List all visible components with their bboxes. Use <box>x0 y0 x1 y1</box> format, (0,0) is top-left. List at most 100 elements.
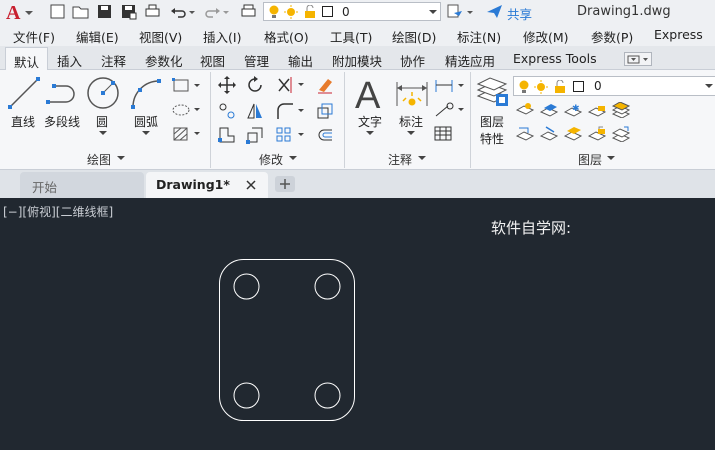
modify-panel-title[interactable]: 修改 <box>259 151 283 168</box>
tab-featured-apps[interactable]: 精选应用 <box>445 51 495 70</box>
layer-dropdown[interactable]: 0 <box>263 2 441 21</box>
layer-unlock-icon[interactable] <box>588 126 606 142</box>
erase-icon[interactable] <box>316 76 334 94</box>
layer-off-icon[interactable] <box>516 102 534 118</box>
array-icon[interactable] <box>276 126 306 144</box>
menu-insert[interactable]: 插入(I) <box>203 27 241 46</box>
match-layer-icon[interactable] <box>540 126 558 142</box>
workspace-icon[interactable] <box>446 3 463 20</box>
file-tab-start[interactable]: 开始 <box>20 172 144 198</box>
save-icon[interactable] <box>96 3 113 20</box>
stretch-icon[interactable] <box>218 126 236 144</box>
circle-icon[interactable] <box>86 76 120 110</box>
menu-view[interactable]: 视图(V) <box>139 27 182 46</box>
tab-insert[interactable]: 插入 <box>57 51 82 70</box>
workspace-dropdown-icon[interactable] <box>466 3 474 20</box>
offset-icon[interactable] <box>316 126 334 144</box>
menu-express[interactable]: Express <box>654 27 703 42</box>
menu-dimension[interactable]: 标注(N) <box>457 27 501 46</box>
line-icon[interactable] <box>7 76 41 110</box>
redo-dropdown-icon[interactable] <box>222 3 230 20</box>
layer-isolate-icon[interactable] <box>540 102 558 118</box>
menu-modify[interactable]: 修改(M) <box>523 27 569 46</box>
dropdown-arrow-icon[interactable] <box>99 131 107 137</box>
menu-draw[interactable]: 绘图(D) <box>392 27 436 46</box>
arc-button-label[interactable]: 圆弧 <box>134 113 158 130</box>
layer-freeze-icon[interactable]: ✱ <box>564 102 582 118</box>
undo-icon[interactable] <box>170 3 187 20</box>
layer-dropdown[interactable]: 0 <box>513 76 715 96</box>
tab-parametric[interactable]: 参数化 <box>145 51 183 70</box>
hatch-icon[interactable] <box>172 102 202 118</box>
panel-expand-icon[interactable] <box>418 156 426 162</box>
text-icon[interactable]: A <box>352 74 386 112</box>
save-as-icon[interactable] <box>120 3 137 20</box>
dropdown-arrow-icon[interactable] <box>407 131 415 137</box>
menu-format[interactable]: 格式(O) <box>264 27 309 46</box>
share-icon[interactable] <box>486 3 503 20</box>
share-button[interactable]: 共享 <box>507 4 532 23</box>
trim-icon[interactable] <box>276 76 306 94</box>
dropdown-arrow-icon[interactable] <box>366 131 374 137</box>
ribbon-minimize-button[interactable] <box>624 52 652 66</box>
layer-properties-label-line1[interactable]: 图层 <box>480 113 504 130</box>
menu-edit[interactable]: 编辑(E) <box>76 27 119 46</box>
tab-home[interactable]: 默认 <box>5 47 49 71</box>
move-icon[interactable] <box>218 76 236 94</box>
close-icon[interactable] <box>246 180 256 190</box>
application-menu-button[interactable]: A <box>4 2 34 24</box>
layer-unisolate-icon[interactable] <box>564 126 582 142</box>
layers-panel-title[interactable]: 图层 <box>578 151 602 168</box>
boundary-icon[interactable] <box>172 126 202 142</box>
new-tab-button[interactable] <box>275 176 295 192</box>
text-button-label[interactable]: 文字 <box>358 113 382 130</box>
tab-output[interactable]: 输出 <box>288 51 313 70</box>
menu-parametric[interactable]: 参数(P) <box>591 27 633 46</box>
copy-to-layer-icon[interactable] <box>612 126 630 142</box>
dropdown-arrow-icon[interactable] <box>142 131 150 137</box>
tab-express-tools[interactable]: Express Tools <box>513 51 597 66</box>
panel-expand-icon[interactable] <box>289 156 297 162</box>
mirror-icon[interactable] <box>246 102 264 120</box>
tab-collaborate[interactable]: 协作 <box>400 51 425 70</box>
circle-button-label[interactable]: 圆 <box>96 113 108 130</box>
explode-icon[interactable] <box>316 102 334 120</box>
rotate-icon[interactable] <box>246 76 264 94</box>
layer-state-icon[interactable] <box>612 102 630 118</box>
undo-dropdown-icon[interactable] <box>188 3 196 20</box>
polyline-button-label[interactable]: 多段线 <box>44 113 80 130</box>
dimension-icon[interactable] <box>394 78 430 110</box>
plot-icon[interactable] <box>240 3 257 20</box>
tab-manage[interactable]: 管理 <box>244 51 269 70</box>
layer-lock-icon[interactable] <box>588 102 606 118</box>
print-icon[interactable] <box>144 3 161 20</box>
line-button-label[interactable]: 直线 <box>11 113 35 130</box>
open-file-icon[interactable] <box>72 3 89 20</box>
table-icon[interactable] <box>434 126 454 142</box>
leader-icon[interactable] <box>434 102 466 118</box>
set-current-layer-icon[interactable] <box>516 126 534 142</box>
panel-expand-icon[interactable] <box>117 156 125 162</box>
menu-file[interactable]: 文件(F) <box>13 27 55 46</box>
layer-properties-label-line2[interactable]: 特性 <box>480 130 504 147</box>
fillet-icon[interactable] <box>276 102 306 120</box>
file-tab-drawing1[interactable]: Drawing1* <box>146 172 268 198</box>
menu-tools[interactable]: 工具(T) <box>330 27 372 46</box>
tab-addins[interactable]: 附加模块 <box>332 51 382 70</box>
panel-expand-icon[interactable] <box>607 156 615 162</box>
dimension-button-label[interactable]: 标注 <box>399 113 423 130</box>
rectangle-icon[interactable] <box>172 78 202 94</box>
tab-annotate[interactable]: 注释 <box>101 51 126 70</box>
polyline-icon[interactable] <box>46 80 80 106</box>
linear-dimension-icon[interactable] <box>434 78 466 94</box>
scale-icon[interactable] <box>246 126 264 144</box>
new-file-icon[interactable] <box>49 3 66 20</box>
redo-icon[interactable] <box>204 3 221 20</box>
copy-icon[interactable] <box>218 102 236 120</box>
arc-icon[interactable] <box>130 78 164 110</box>
tab-view[interactable]: 视图 <box>200 51 225 70</box>
draw-panel-title[interactable]: 绘图 <box>87 151 111 168</box>
drawing-canvas[interactable] <box>0 198 715 450</box>
annotation-panel-title[interactable]: 注释 <box>388 151 412 168</box>
layer-properties-icon[interactable] <box>476 76 510 110</box>
